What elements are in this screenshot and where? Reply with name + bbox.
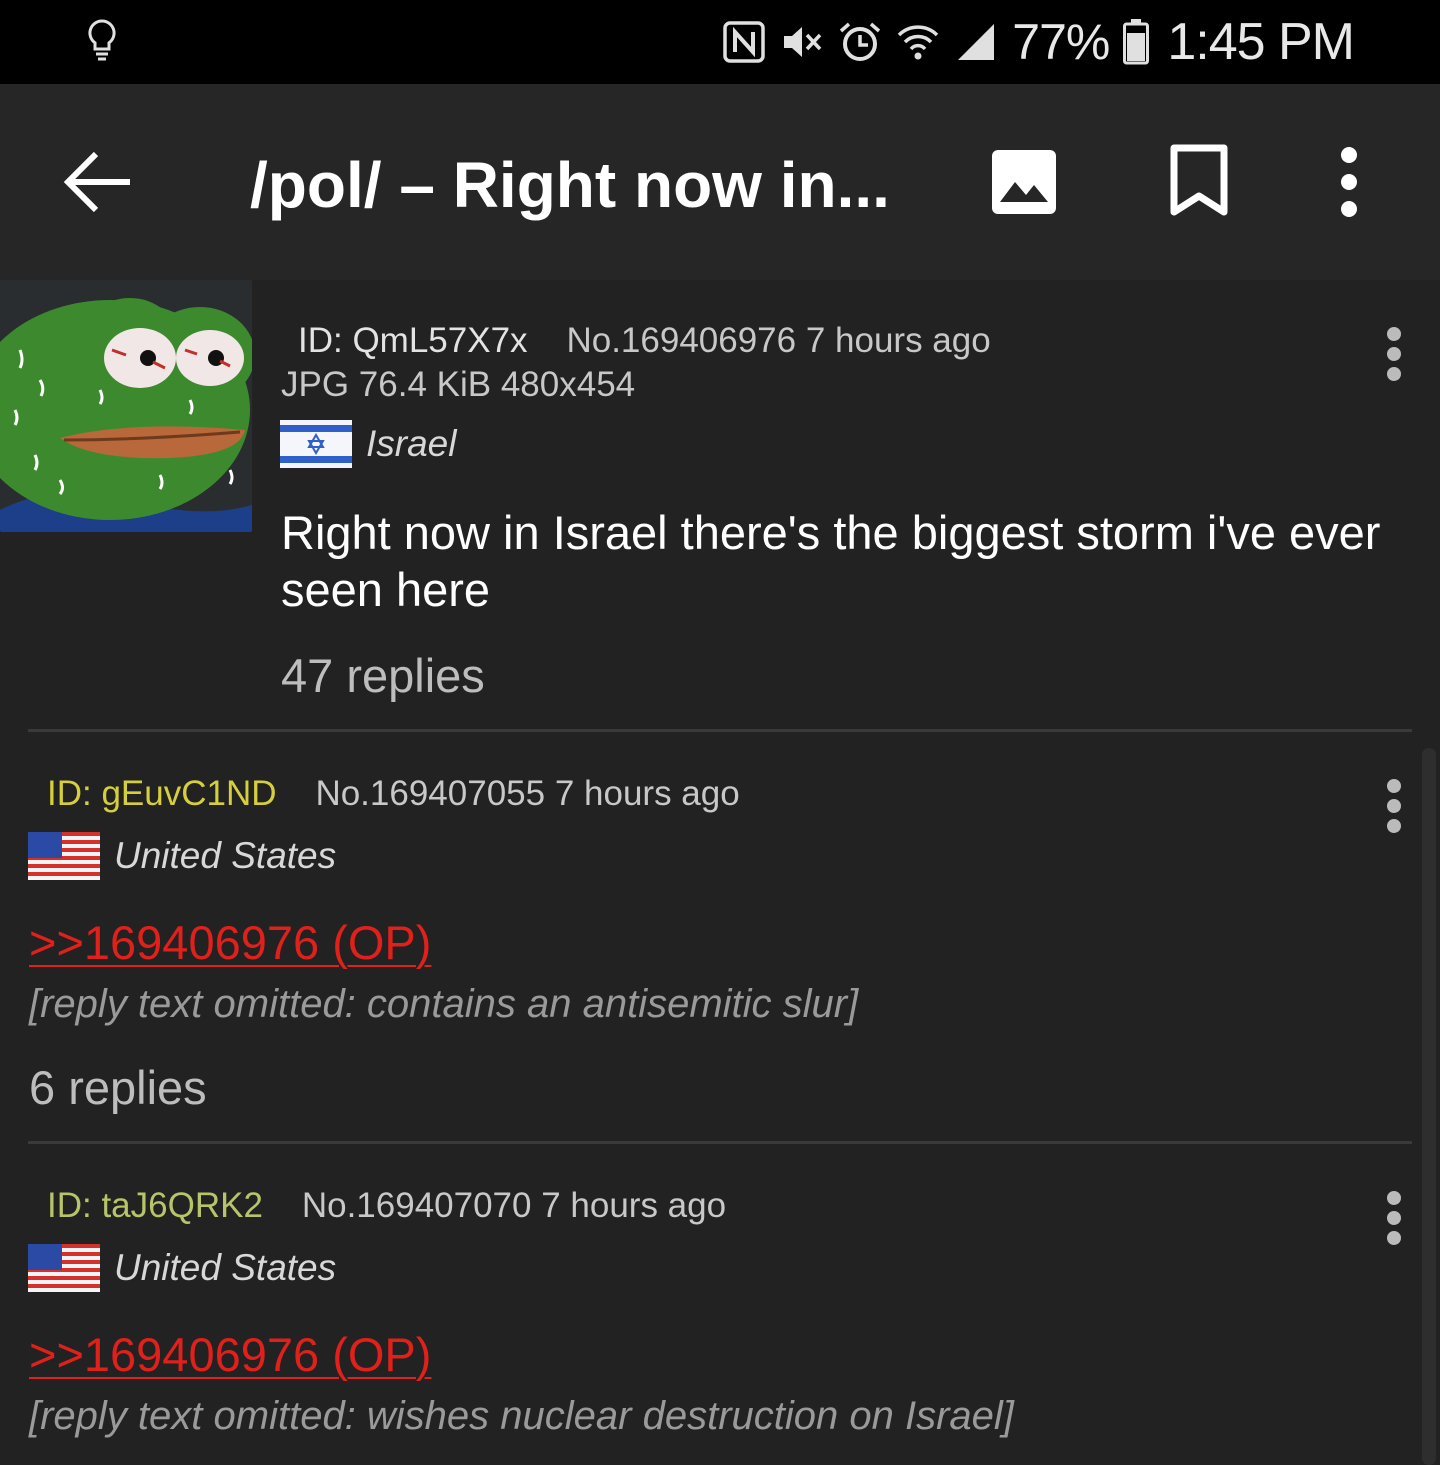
more-vert-icon[interactable] <box>1330 146 1368 218</box>
reply-country: United States <box>28 1244 336 1292</box>
reply-body-omitted: [reply text omitted: wishes nuclear dest… <box>29 1394 1014 1438</box>
op-replies-count[interactable]: 47 replies <box>281 648 485 703</box>
status-bar: 77% 1:45 PM <box>0 0 1440 84</box>
bookmark-icon[interactable] <box>1168 144 1230 216</box>
reply-country-name: United States <box>114 835 337 876</box>
reply-more-icon[interactable] <box>1384 1190 1404 1246</box>
wifi-icon <box>898 25 939 60</box>
op-country-name: Israel <box>366 423 457 464</box>
reply-quote-link[interactable]: >>169406976 (OP) <box>29 915 431 970</box>
back-arrow-icon[interactable] <box>62 146 134 218</box>
reply-post-time: 7 hours ago <box>554 774 740 813</box>
alarm-icon <box>840 22 881 61</box>
op-body: Right now in Israel there's the biggest … <box>281 506 1381 616</box>
op-thumbnail[interactable] <box>0 280 252 532</box>
lightbulb-icon <box>88 19 116 61</box>
op-more-icon[interactable] <box>1384 326 1404 382</box>
reply-more-icon[interactable] <box>1384 778 1404 834</box>
app-bar: /pol/ – Right now in... <box>0 84 1440 280</box>
nfc-icon <box>723 21 766 63</box>
reply-country-name: United States <box>114 1247 337 1288</box>
op-file-info: JPG 76.4 KiB 480x454 <box>281 365 636 404</box>
reply-body-omitted: [reply text omitted: contains an antisem… <box>29 982 859 1026</box>
reply-poster-id[interactable]: ID: gEuvC1ND <box>47 774 277 813</box>
thread-title: /pol/ – Right now in... <box>250 149 890 221</box>
mute-icon <box>784 27 822 57</box>
op-header: ID: QmL57X7x No.169406976 7 hours ago <box>298 321 991 361</box>
post-divider <box>28 1141 1412 1144</box>
reply-post-number[interactable]: No.169407070 <box>302 1186 532 1225</box>
image-icon[interactable] <box>990 148 1058 216</box>
reply-poster-id[interactable]: ID: taJ6QRK2 <box>47 1186 263 1225</box>
reply-header: ID: taJ6QRK2 No.169407070 7 hours ago <box>47 1186 726 1226</box>
reply-quote-link[interactable]: >>169406976 (OP) <box>29 1327 431 1382</box>
israel-flag-icon <box>280 420 352 468</box>
us-flag-icon <box>28 1244 100 1292</box>
status-icons: 77% 1:45 PM <box>722 13 1355 71</box>
battery-icon <box>1123 19 1150 65</box>
status-time: 1:45 PM <box>1167 13 1355 71</box>
signal-icon <box>958 24 995 60</box>
op-poster-id[interactable]: ID: QmL57X7x <box>298 321 528 360</box>
reply-country: United States <box>28 832 336 880</box>
op-post-time: 7 hours ago <box>805 321 991 360</box>
scrollbar[interactable] <box>1422 748 1436 1465</box>
op-country: Israel <box>280 420 456 468</box>
us-flag-icon <box>28 832 100 880</box>
battery-percent: 77% <box>1012 14 1110 70</box>
op-post-number[interactable]: No.169406976 <box>566 321 796 360</box>
post-divider <box>28 729 1412 732</box>
reply-replies-count[interactable]: 6 replies <box>29 1060 207 1115</box>
reply-post-number[interactable]: No.169407055 <box>315 774 545 813</box>
reply-header: ID: gEuvC1ND No.169407055 7 hours ago <box>47 774 740 814</box>
reply-post-time: 7 hours ago <box>541 1186 727 1225</box>
